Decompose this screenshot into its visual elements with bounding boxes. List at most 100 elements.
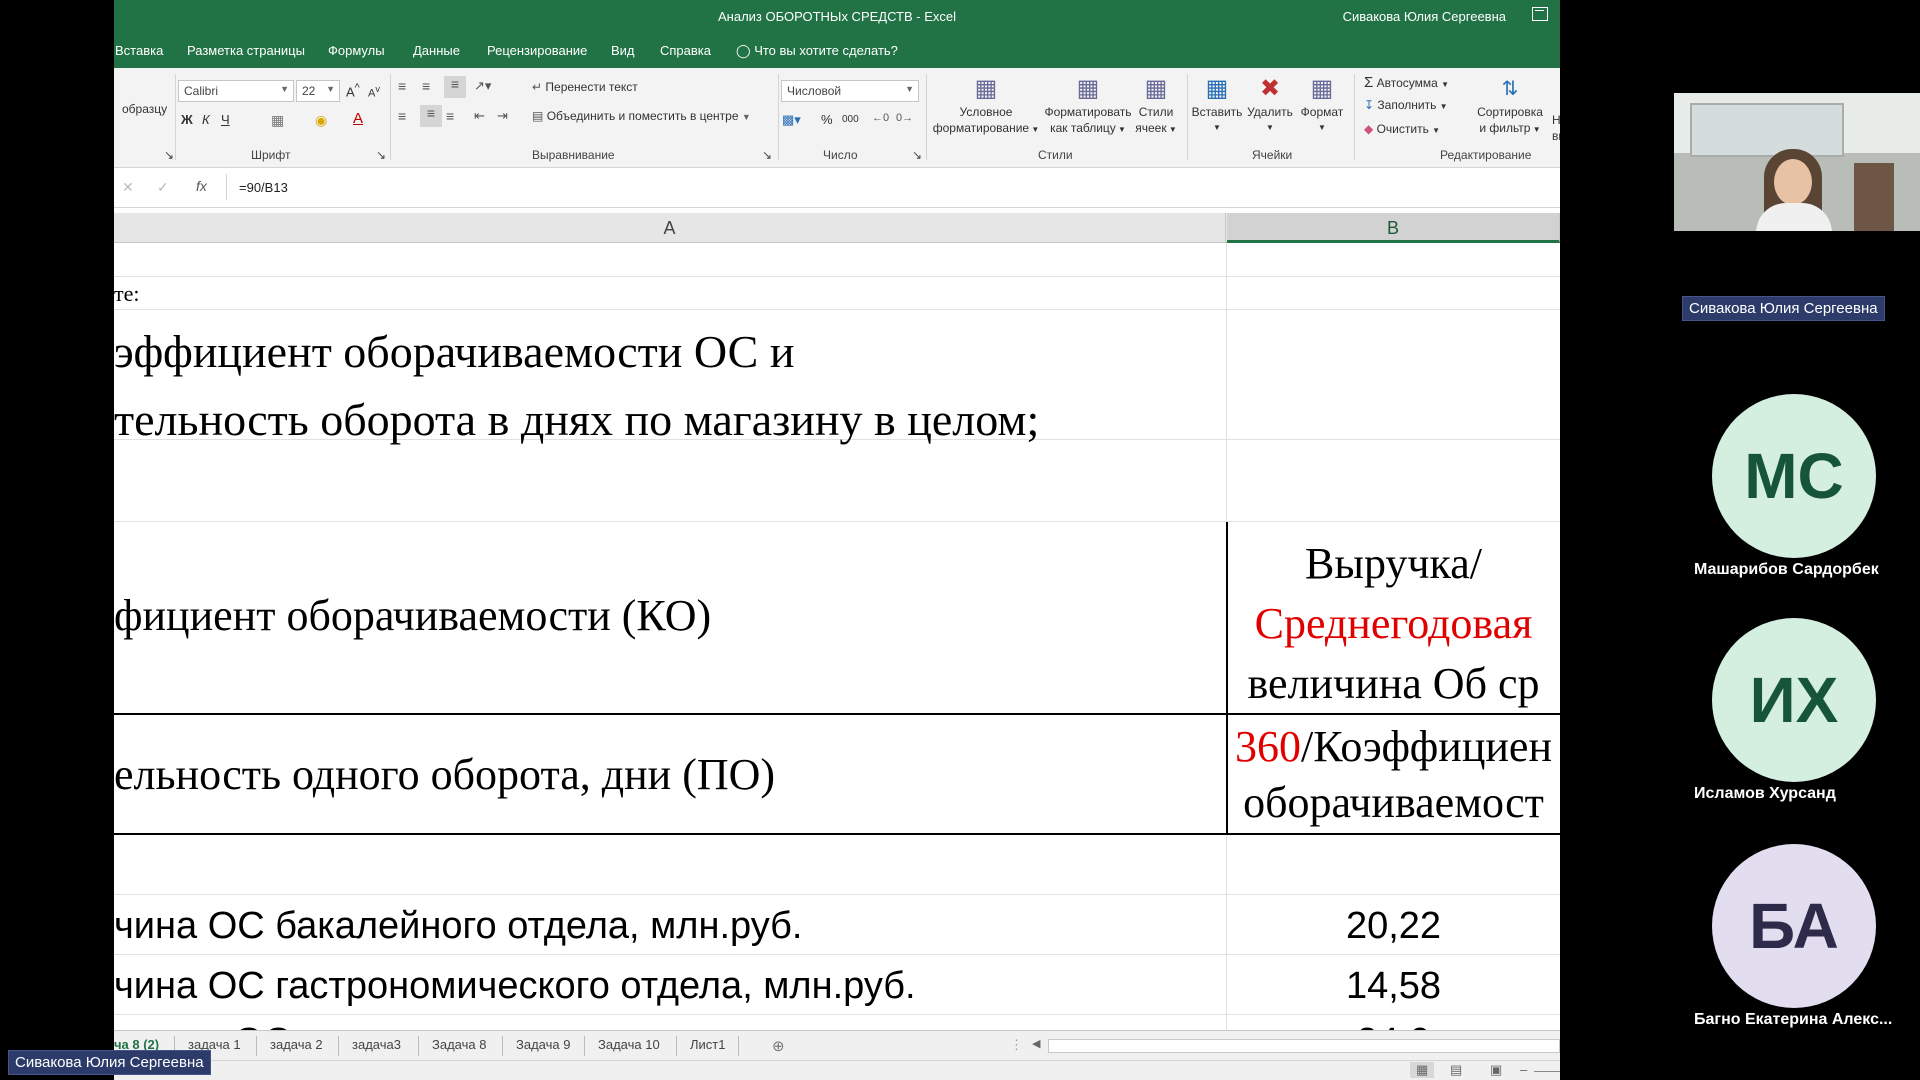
number-group-label: Число xyxy=(823,148,858,162)
thousands-button[interactable]: 000 xyxy=(842,114,859,125)
find-select-button[interactable]: Н вы xyxy=(1552,112,1560,144)
shrink-font-button[interactable]: Av xyxy=(368,84,380,100)
insert-cells-button[interactable]: ▦ Вставить ▼ xyxy=(1190,74,1244,136)
worksheet-grid[interactable]: те: эффициент оборачиваемости ОС и тельн… xyxy=(114,243,1560,1055)
format-painter-button[interactable]: образцу xyxy=(122,102,167,116)
clear-button[interactable]: ◆ Очистить ▼ xyxy=(1364,122,1440,136)
italic-button[interactable]: К xyxy=(202,112,210,127)
sheet-tab[interactable]: задача 2 xyxy=(270,1037,323,1052)
merge-center-button[interactable]: ▤ Объединить и поместить в центре ▼ xyxy=(532,109,751,123)
sheet-tab[interactable]: задача3 xyxy=(352,1037,401,1052)
formula-input[interactable]: =90/B13 xyxy=(239,180,288,195)
cell-b-gastronomy-value[interactable]: 14,58 xyxy=(1227,965,1560,1008)
align-middle-icon[interactable]: ≡ xyxy=(422,78,430,94)
tab-page-layout[interactable]: Разметка страницы xyxy=(187,43,305,58)
insert-function-icon[interactable]: fx xyxy=(196,178,207,194)
avatar[interactable]: МС xyxy=(1712,394,1876,558)
ribbon-display-icon[interactable] xyxy=(1532,7,1548,21)
fill-label: Заполнить xyxy=(1377,98,1437,112)
add-sheet-icon[interactable]: ⊕ xyxy=(772,1037,785,1055)
sort-filter-button[interactable]: ⇅ Сортировка и фильтр ▼ xyxy=(1472,74,1548,138)
cell-b-po-formula[interactable]: 360/Коэффициен оборачиваемост xyxy=(1227,719,1560,831)
scroll-left-icon[interactable]: ◀ xyxy=(1032,1037,1040,1050)
wrap-text-icon: ↵ xyxy=(532,80,543,94)
tab-view[interactable]: Вид xyxy=(611,43,635,58)
decrease-indent-icon[interactable]: ⇤ xyxy=(474,108,485,124)
underline-button[interactable]: Ч xyxy=(221,112,230,127)
wrap-text-label: Перенести текст xyxy=(545,80,638,94)
font-expand-icon[interactable]: ↘ xyxy=(376,148,386,162)
font-size-select[interactable]: 22 ▼ xyxy=(296,80,340,102)
percent-button[interactable]: % xyxy=(821,112,833,127)
enter-icon[interactable]: ✓ xyxy=(157,179,169,196)
avatar[interactable]: БА xyxy=(1712,844,1876,1008)
zoom-slider[interactable] xyxy=(1534,1071,1560,1072)
number-format-select[interactable]: Числовой ▼ xyxy=(781,80,919,102)
cell-b-ko-formula[interactable]: Выручка/ Среднегодовая величина Об ср xyxy=(1227,534,1560,714)
decrease-decimal-icon[interactable]: 0→ xyxy=(896,112,913,124)
orientation-icon[interactable]: ↗▾ xyxy=(474,78,491,94)
cell-a-ko[interactable]: фициент оборачиваемости (КО) xyxy=(114,590,711,641)
align-left-icon[interactable]: ≡ xyxy=(398,108,406,124)
sheet-tab[interactable]: Задача 10 xyxy=(598,1037,660,1052)
align-right-icon[interactable]: ≡ xyxy=(446,108,454,124)
align-bottom-icon[interactable]: ≡ xyxy=(444,76,466,98)
align-center-icon[interactable]: ≡ xyxy=(420,105,442,127)
cell-a-grocery[interactable]: чина ОС бакалейного отдела, млн.руб. xyxy=(114,905,802,948)
insert-cells-icon: ▦ xyxy=(1205,75,1229,102)
cond-format-label-2: форматирование xyxy=(932,121,1030,135)
cell-styles-icon: ▦ xyxy=(1144,75,1168,102)
chevron-down-icon: ▼ xyxy=(1115,125,1126,134)
tab-data[interactable]: Данные xyxy=(413,43,460,58)
signed-in-user[interactable]: Сивакова Юлия Сергеевна xyxy=(1343,9,1506,24)
page-break-view-icon[interactable]: ▣ xyxy=(1490,1062,1502,1078)
sheet-tab[interactable]: Задача 9 xyxy=(516,1037,570,1052)
fill-color-icon[interactable]: ◉ xyxy=(315,112,327,129)
sheet-tab[interactable]: Лист1 xyxy=(690,1037,725,1052)
cell-a-po[interactable]: ельность одного оборота, дни (ПО) xyxy=(114,749,775,800)
horizontal-scrollbar[interactable] xyxy=(1048,1039,1560,1053)
number-expand-icon[interactable]: ↘ xyxy=(912,148,922,162)
normal-view-icon[interactable]: ▦ xyxy=(1410,1062,1435,1078)
borders-icon[interactable]: ▦ xyxy=(271,112,284,129)
cancel-icon[interactable]: ✕ xyxy=(122,179,134,196)
format-cells-button[interactable]: ▦ Формат ▼ xyxy=(1296,74,1348,136)
font-color-icon[interactable]: A xyxy=(353,110,363,127)
cell-a-gastronomy[interactable]: чина ОС гастрономического отдела, млн.ру… xyxy=(114,965,916,1008)
column-header-a[interactable]: A xyxy=(114,213,1226,243)
currency-icon[interactable]: ▩▾ xyxy=(782,112,801,128)
divider xyxy=(256,1036,257,1056)
sheet-tab[interactable]: Задача 8 xyxy=(432,1037,486,1052)
column-header-b[interactable]: B xyxy=(1227,213,1560,243)
align-top-icon[interactable]: ≡ xyxy=(398,78,406,94)
tab-help[interactable]: Справка xyxy=(660,43,711,58)
clipboard-expand-icon[interactable]: ↘ xyxy=(164,148,174,162)
cell-b-grocery-value[interactable]: 20,22 xyxy=(1227,905,1560,948)
scroll-split-icon[interactable]: ⋮ xyxy=(1010,1037,1023,1053)
cell-a-text[interactable]: те: xyxy=(114,281,140,307)
formula-line-2: Среднегодовая xyxy=(1254,599,1533,648)
fill-button[interactable]: ↧ Заполнить ▼ xyxy=(1364,98,1448,112)
tab-insert[interactable]: Вставка xyxy=(115,43,163,58)
grow-font-button[interactable]: A^ xyxy=(346,82,360,99)
delete-cells-button[interactable]: ✖ Удалить ▼ xyxy=(1244,74,1296,136)
delete-cells-icon: ✖ xyxy=(1259,75,1281,102)
alignment-expand-icon[interactable]: ↘ xyxy=(762,148,772,162)
increase-decimal-icon[interactable]: ←0 xyxy=(872,112,889,124)
wrap-text-button[interactable]: ↵ Перенести текст xyxy=(532,80,638,94)
bold-button[interactable]: Ж xyxy=(181,112,193,127)
increase-indent-icon[interactable]: ⇥ xyxy=(497,108,508,124)
zoom-out-icon[interactable]: – xyxy=(1520,1062,1527,1077)
avatar[interactable]: ИХ xyxy=(1712,618,1876,782)
tell-me-search[interactable]: ◯ Что вы хотите сделать? xyxy=(736,43,898,59)
font-name-select[interactable]: Calibri ▼ xyxy=(178,80,294,102)
cell-a-heading[interactable]: эффициент оборачиваемости ОС и тельность… xyxy=(114,318,1039,454)
conditional-formatting-button[interactable]: ▦ Условное форматирование ▼ xyxy=(928,74,1044,138)
tab-formulas[interactable]: Формулы xyxy=(328,43,385,58)
self-video-tile[interactable] xyxy=(1674,93,1920,231)
format-as-table-button[interactable]: ▦ Форматировать как таблицу ▼ xyxy=(1044,74,1132,138)
autosum-button[interactable]: Σ Автосумма ▼ xyxy=(1364,74,1449,91)
page-layout-view-icon[interactable]: ▤ xyxy=(1450,1062,1462,1078)
cell-styles-button[interactable]: ▦ Стили ячеек ▼ xyxy=(1130,74,1182,138)
tab-review[interactable]: Рецензирование xyxy=(487,43,587,58)
